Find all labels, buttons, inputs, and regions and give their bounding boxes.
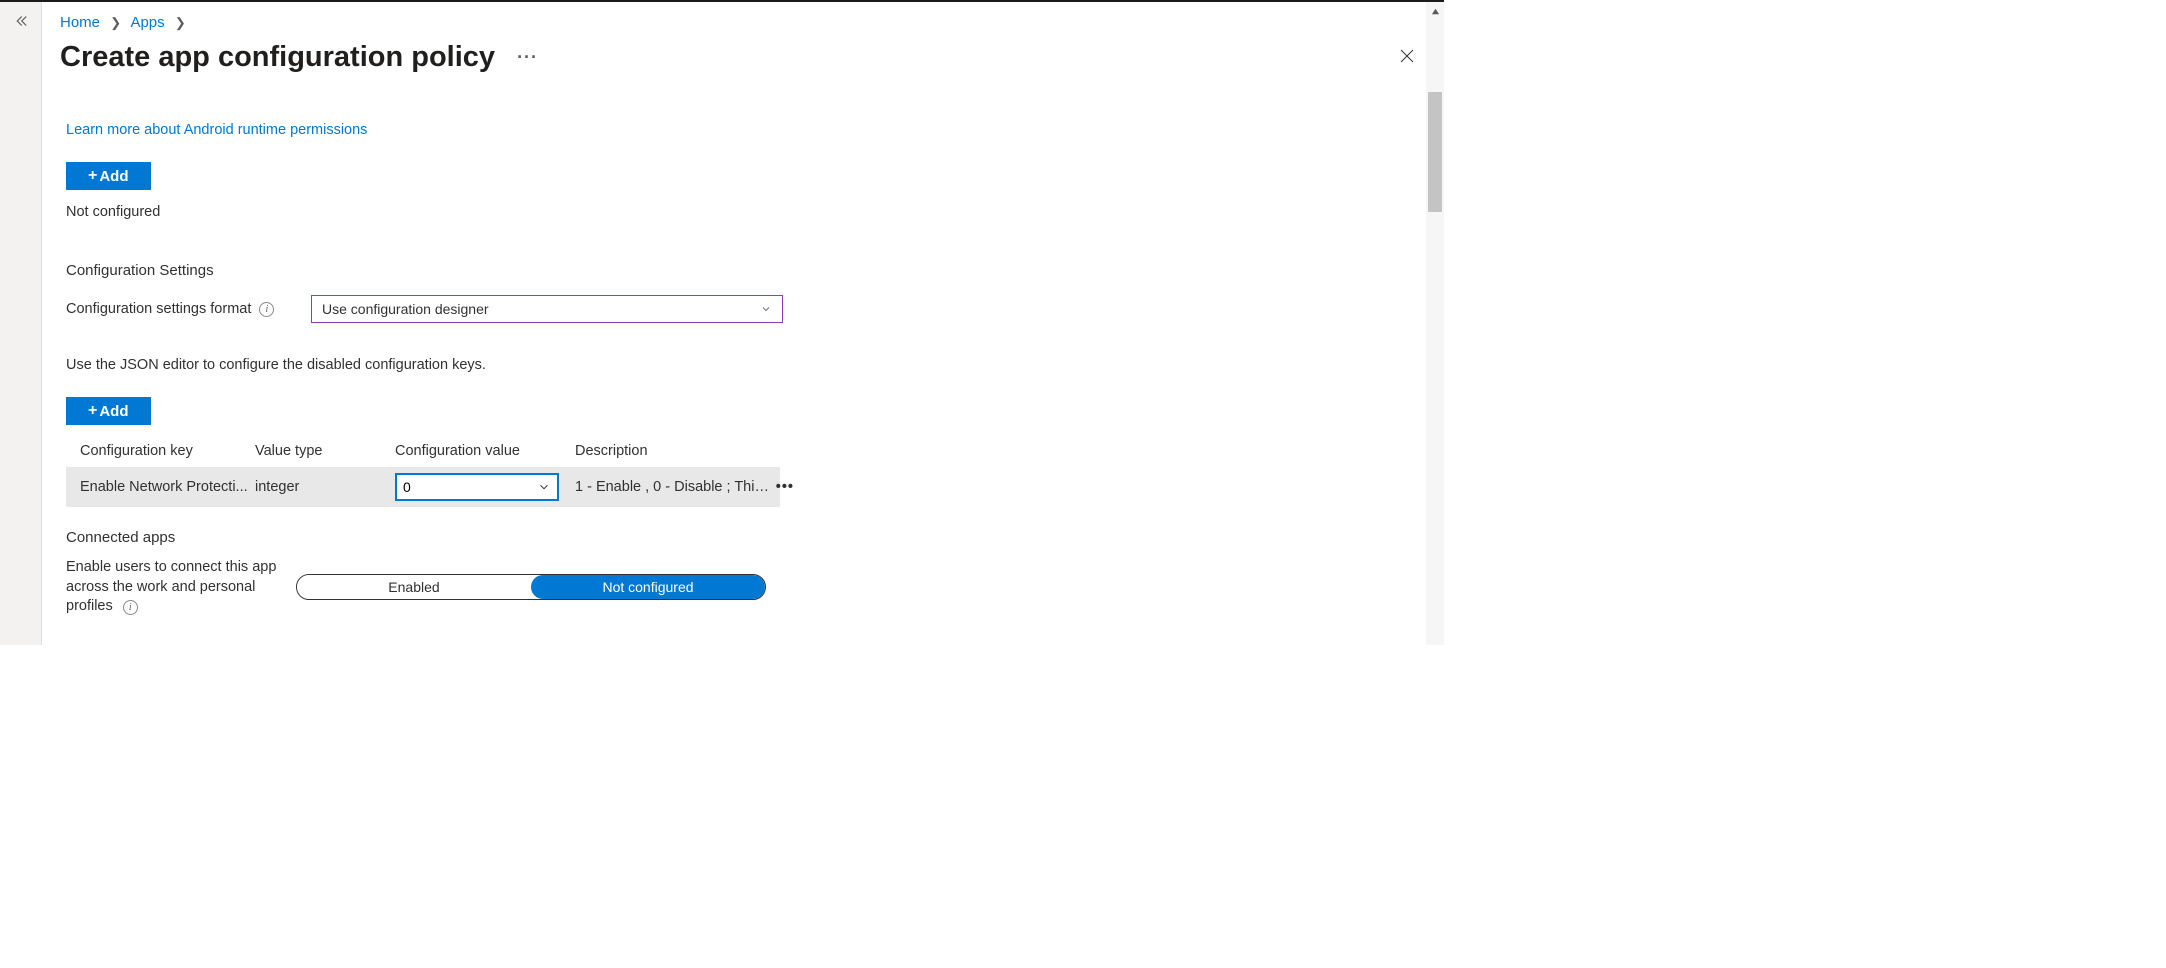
config-value-combo[interactable] (395, 473, 559, 501)
info-icon[interactable]: i (259, 302, 274, 317)
breadcrumb: Home ❯ Apps ❯ (42, 14, 1444, 41)
col-description: Description (575, 443, 770, 459)
breadcrumb-apps[interactable]: Apps (130, 14, 164, 31)
scroll-thumb[interactable] (1428, 92, 1442, 212)
close-button[interactable] (1392, 41, 1422, 74)
breadcrumb-home[interactable]: Home (60, 14, 100, 31)
vertical-scrollbar[interactable] (1426, 2, 1444, 645)
chevron-right-icon: ❯ (110, 15, 121, 31)
col-config-value: Configuration value (395, 443, 575, 459)
cell-config-key: Enable Network Protecti... (80, 479, 255, 495)
config-value-input[interactable] (403, 479, 523, 495)
config-format-value: Use configuration designer (322, 301, 489, 317)
col-value-type: Value type (255, 443, 395, 459)
chevron-down-icon (760, 303, 772, 315)
add-config-key-button[interactable]: +Add (66, 397, 151, 425)
toggle-not-configured[interactable]: Not configured (531, 575, 765, 599)
page-title: Create app configuration policy ··· (60, 41, 538, 74)
chevron-double-left-icon (12, 12, 30, 30)
config-format-select[interactable]: Use configuration designer (311, 295, 783, 323)
close-icon (1398, 47, 1416, 65)
config-format-label: Configuration settings format i (66, 301, 301, 317)
toggle-enabled[interactable]: Enabled (297, 575, 531, 599)
config-keys-table: Configuration key Value type Configurati… (66, 435, 780, 507)
info-icon[interactable]: i (123, 600, 138, 615)
permissions-status: Not configured (66, 204, 1426, 220)
table-row: Enable Network Protecti... integer 1 - E… (66, 467, 780, 507)
more-actions-button[interactable]: ··· (517, 47, 538, 68)
cell-value-type: integer (255, 479, 395, 495)
triangle-up-icon (1431, 7, 1440, 16)
chevron-down-icon (537, 480, 551, 494)
config-settings-heading: Configuration Settings (66, 262, 1426, 279)
cell-description: 1 - Enable , 0 - Disable ; This se... (575, 479, 770, 495)
plus-icon: + (88, 402, 97, 420)
learn-more-link[interactable]: Learn more about Android runtime permiss… (66, 122, 367, 138)
col-config-key: Configuration key (80, 443, 255, 459)
row-more-button[interactable]: ••• (770, 479, 794, 495)
chevron-right-icon: ❯ (175, 15, 186, 31)
plus-icon: + (88, 167, 97, 185)
add-permission-button[interactable]: +Add (66, 162, 151, 190)
scroll-up-button[interactable] (1426, 2, 1444, 20)
collapse-sidebar[interactable] (0, 2, 42, 645)
connected-apps-heading: Connected apps (66, 529, 1426, 546)
connected-apps-label: Enable users to connect this app across … (66, 558, 278, 617)
connected-apps-toggle[interactable]: Enabled Not configured (296, 574, 766, 600)
json-hint: Use the JSON editor to configure the dis… (66, 357, 1426, 373)
